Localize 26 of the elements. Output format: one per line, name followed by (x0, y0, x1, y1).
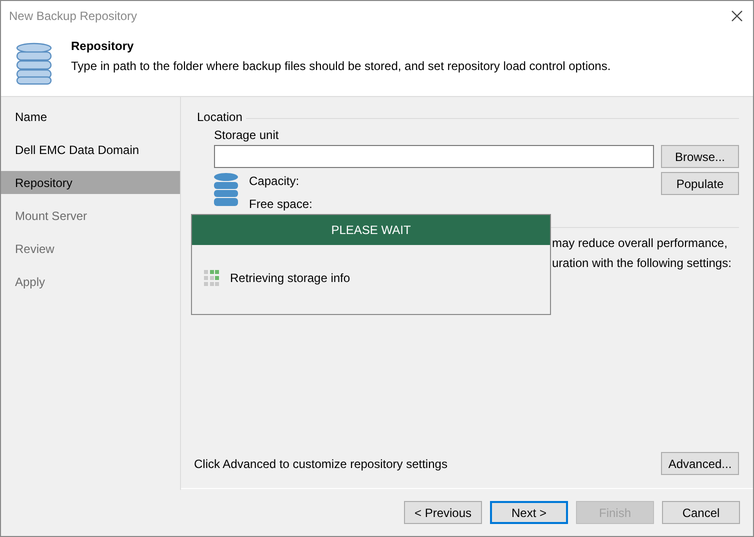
window-title: New Backup Repository (9, 8, 138, 25)
browse-button[interactable]: Browse... (661, 145, 739, 168)
description-text: may reduce overall performance, (552, 235, 728, 252)
group-label: Location (197, 109, 242, 126)
database-icon (214, 173, 238, 207)
progress-message: Retrieving storage info (230, 270, 350, 287)
wizard-button[interactable]: < Previous (404, 501, 482, 524)
description-text: uration with the following settings: (552, 255, 732, 272)
storage-unit-field[interactable] (214, 145, 654, 168)
free-space-label: Free space: (249, 196, 312, 213)
dialog-title-bar: PLEASE WAIT (192, 215, 550, 245)
field-label: Storage unit (214, 127, 280, 144)
advanced-text: Click Advanced to customize repository settings (194, 456, 448, 472)
header-title: Repository (71, 38, 135, 55)
wizard-step[interactable]: Dell EMC Data Domain (1, 138, 180, 161)
wizard-button[interactable]: Next > (490, 501, 568, 524)
populate-button[interactable]: Populate (661, 172, 739, 195)
wizard-step[interactable]: Name (1, 105, 180, 128)
wizard-step[interactable]: Repository (1, 171, 180, 194)
advanced-button[interactable]: Advanced... (661, 452, 739, 475)
close-icon[interactable] (731, 10, 743, 22)
loading-icon (204, 270, 220, 286)
database-icon (15, 42, 53, 86)
header-description: Type in path to the folder where backup files should be stored, and set repository load control options. (71, 58, 611, 75)
wizard-button[interactable]: Cancel (662, 501, 740, 524)
capacity-label: Capacity: (249, 173, 300, 190)
